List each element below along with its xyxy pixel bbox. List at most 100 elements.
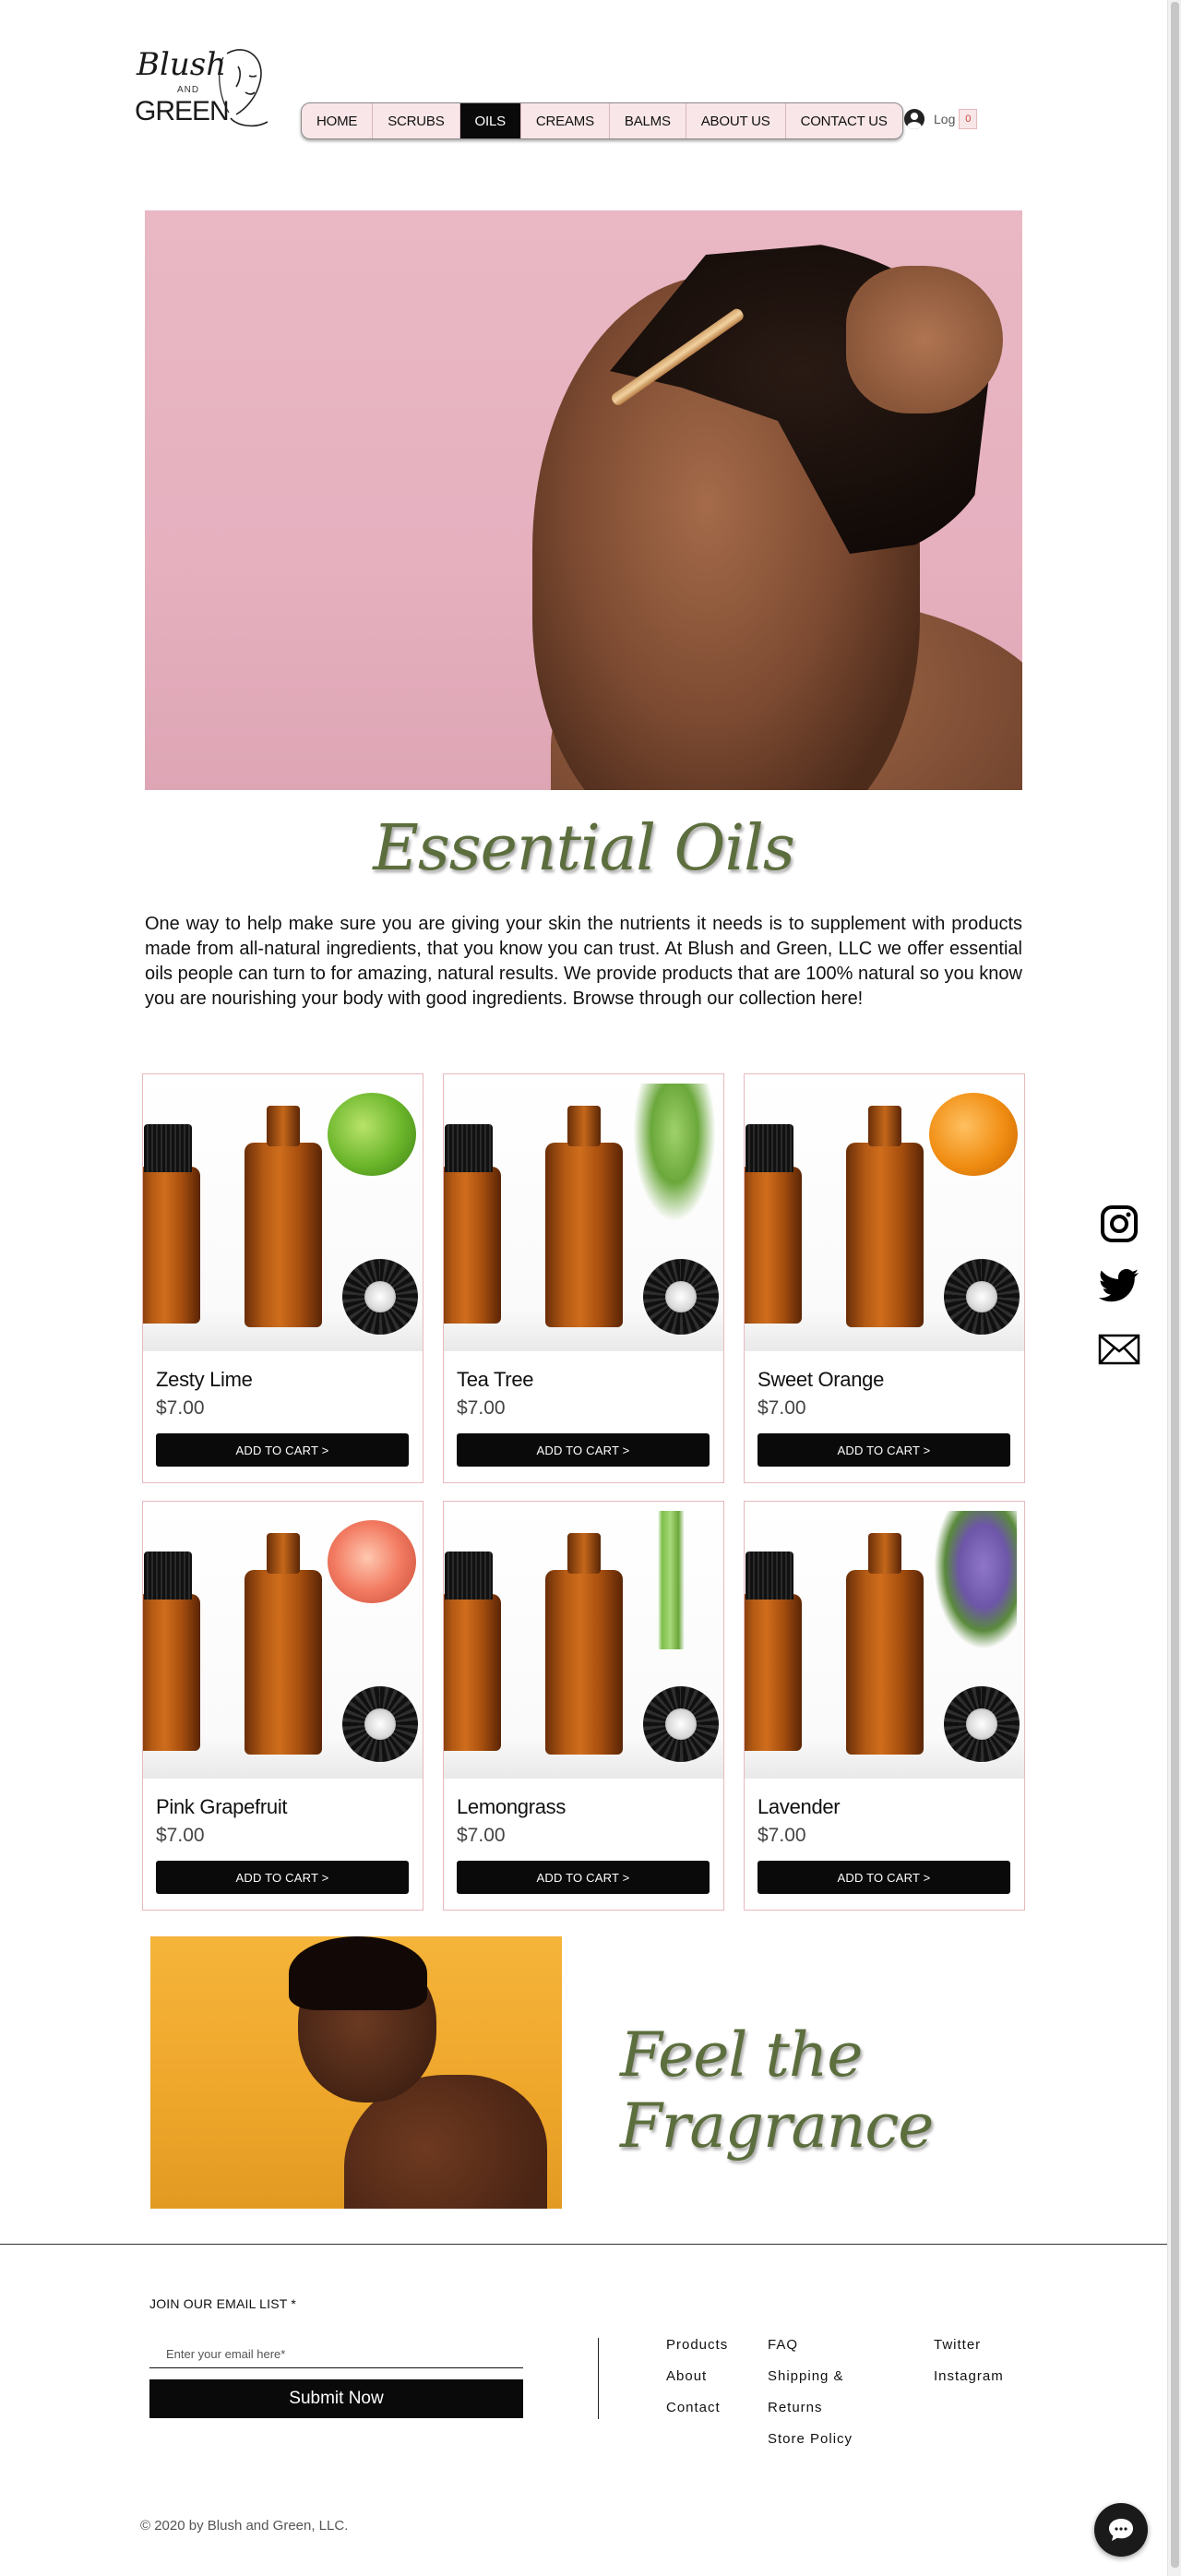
product-image[interactable] [745, 1502, 1024, 1779]
nav-contact-us[interactable]: CONTACT US [786, 103, 902, 138]
cap-image [944, 1259, 1020, 1335]
bottle-neck [868, 1106, 901, 1146]
add-to-cart-button[interactable]: ADD TO CART > [758, 1861, 1010, 1894]
product-image[interactable] [143, 1074, 423, 1351]
bottle-cap [144, 1124, 192, 1172]
email-list-label: JOIN OUR EMAIL LIST * [149, 2296, 297, 2311]
product-card-lemongrass[interactable]: Lemongrass $7.00 ADD TO CART > [443, 1501, 724, 1911]
add-to-cart-button[interactable]: ADD TO CART > [457, 1433, 710, 1467]
scrollbar-thumb[interactable] [1171, 2, 1179, 2568]
footer-link-store-policy[interactable]: Store Policy [768, 2424, 853, 2455]
product-name[interactable]: Lavender [758, 1795, 841, 1819]
bottle-center [545, 1106, 623, 1327]
add-to-cart-button[interactable]: ADD TO CART > [457, 1861, 710, 1894]
nav-home[interactable]: HOME [302, 103, 374, 138]
bottle-neck [567, 1533, 601, 1574]
bottle-left [745, 1552, 802, 1751]
chat-icon [1109, 2519, 1133, 2541]
submit-button[interactable]: Submit Now [149, 2379, 523, 2418]
page-title: Essential Oils [373, 812, 795, 885]
product-card-pink-grapefruit[interactable]: Pink Grapefruit $7.00 ADD TO CART > [142, 1501, 423, 1911]
footer-link-returns[interactable]: Returns [768, 2392, 853, 2424]
product-image[interactable] [444, 1502, 723, 1779]
instagram-icon[interactable] [1098, 1203, 1140, 1245]
footer-link-contact[interactable]: Contact [666, 2392, 728, 2424]
cap-image [643, 1259, 719, 1335]
product-image[interactable] [444, 1074, 723, 1351]
footer-link-about[interactable]: About [666, 2361, 728, 2392]
product-name[interactable]: Lemongrass [457, 1795, 566, 1819]
product-name[interactable]: Zesty Lime [156, 1368, 253, 1392]
cart-icon[interactable]: 0 [959, 109, 978, 129]
bottle-neck [267, 1106, 300, 1146]
nav-oils[interactable]: OILS [459, 103, 521, 138]
product-card-lavender[interactable]: Lavender $7.00 ADD TO CART > [744, 1501, 1025, 1911]
bottle-left [444, 1552, 501, 1751]
bottle-center [245, 1106, 322, 1327]
add-to-cart-button[interactable]: ADD TO CART > [156, 1433, 409, 1467]
add-to-cart-button[interactable]: ADD TO CART > [758, 1433, 1010, 1467]
logo-face-icon [219, 49, 268, 127]
lime-image [328, 1093, 416, 1176]
product-price: $7.00 [457, 1825, 506, 1846]
nav-balms[interactable]: BALMS [610, 103, 686, 138]
bottle-center [245, 1533, 322, 1755]
login-link[interactable]: Log [934, 112, 955, 126]
bottle-cap [445, 1124, 493, 1172]
product-price: $7.00 [156, 1825, 205, 1846]
feature-title: Feel the Fragrance [620, 2019, 934, 2162]
user-avatar-icon[interactable] [904, 109, 925, 129]
nav-scrubs[interactable]: SCRUBS [373, 103, 460, 138]
cap-image [944, 1686, 1020, 1762]
product-card-tea-tree[interactable]: Tea Tree $7.00 ADD TO CART > [443, 1073, 724, 1483]
product-name[interactable]: Sweet Orange [758, 1368, 884, 1392]
email-input[interactable] [149, 2341, 523, 2368]
twitter-icon[interactable] [1098, 1265, 1140, 1308]
product-card-sweet-orange[interactable]: Sweet Orange $7.00 ADD TO CART > [744, 1073, 1025, 1483]
product-price: $7.00 [156, 1397, 205, 1419]
chat-widget-button[interactable] [1094, 2503, 1148, 2557]
bottle-center [846, 1106, 924, 1327]
product-image[interactable] [745, 1074, 1024, 1351]
add-to-cart-button[interactable]: ADD TO CART > [156, 1861, 409, 1894]
product-price: $7.00 [457, 1397, 506, 1419]
site-logo[interactable]: Blush AND GREEN [133, 44, 269, 137]
lavender-image [934, 1511, 1017, 1649]
cap-image [342, 1686, 418, 1762]
cart-count: 0 [965, 114, 972, 125]
product-card-zesty-lime[interactable]: Zesty Lime $7.00 ADD TO CART > [142, 1073, 423, 1483]
nav-about-us[interactable]: ABOUT US [686, 103, 786, 138]
nav-creams[interactable]: CREAMS [521, 103, 610, 138]
bottle-neck [567, 1106, 601, 1146]
bottle-left [444, 1124, 501, 1324]
product-name[interactable]: Pink Grapefruit [156, 1795, 288, 1819]
logo-line-1: Blush [137, 46, 227, 83]
footer-link-twitter[interactable]: Twitter [934, 2330, 1004, 2361]
footer-link-instagram[interactable]: Instagram [934, 2361, 1004, 2392]
main-nav: HOME SCRUBS OILS CREAMS BALMS ABOUT US C… [301, 102, 903, 139]
page-scrollbar[interactable] [1167, 0, 1181, 2576]
mail-icon[interactable] [1098, 1328, 1140, 1371]
footer-link-products[interactable]: Products [666, 2330, 728, 2361]
copyright-text: © 2020 by Blush and Green, LLC. [140, 2518, 349, 2534]
feature-hair [289, 1936, 427, 2010]
product-price: $7.00 [758, 1825, 806, 1846]
tea-tree-image [633, 1084, 716, 1222]
product-image[interactable] [143, 1502, 423, 1779]
hero-image [145, 210, 1022, 790]
footer-link-shipping[interactable]: Shipping & [768, 2361, 853, 2392]
logo-line-2: AND [177, 85, 200, 95]
social-bar [1098, 1203, 1140, 1371]
logo-line-3: GREEN [135, 96, 230, 126]
grapefruit-image [328, 1520, 416, 1603]
orange-image [929, 1093, 1018, 1176]
product-name[interactable]: Tea Tree [457, 1368, 534, 1392]
bottle-cap [746, 1552, 793, 1600]
bottle-center [545, 1533, 623, 1755]
login-area: Log 0 [904, 109, 978, 129]
site-header: Blush AND GREEN HOME SCRUBS OILS CREAMS … [0, 0, 1167, 166]
bottle-left [143, 1124, 200, 1324]
footer-link-faq[interactable]: FAQ [768, 2330, 853, 2361]
intro-paragraph: One way to help make sure you are giving… [145, 914, 1022, 1009]
bottle-cap [445, 1552, 493, 1600]
